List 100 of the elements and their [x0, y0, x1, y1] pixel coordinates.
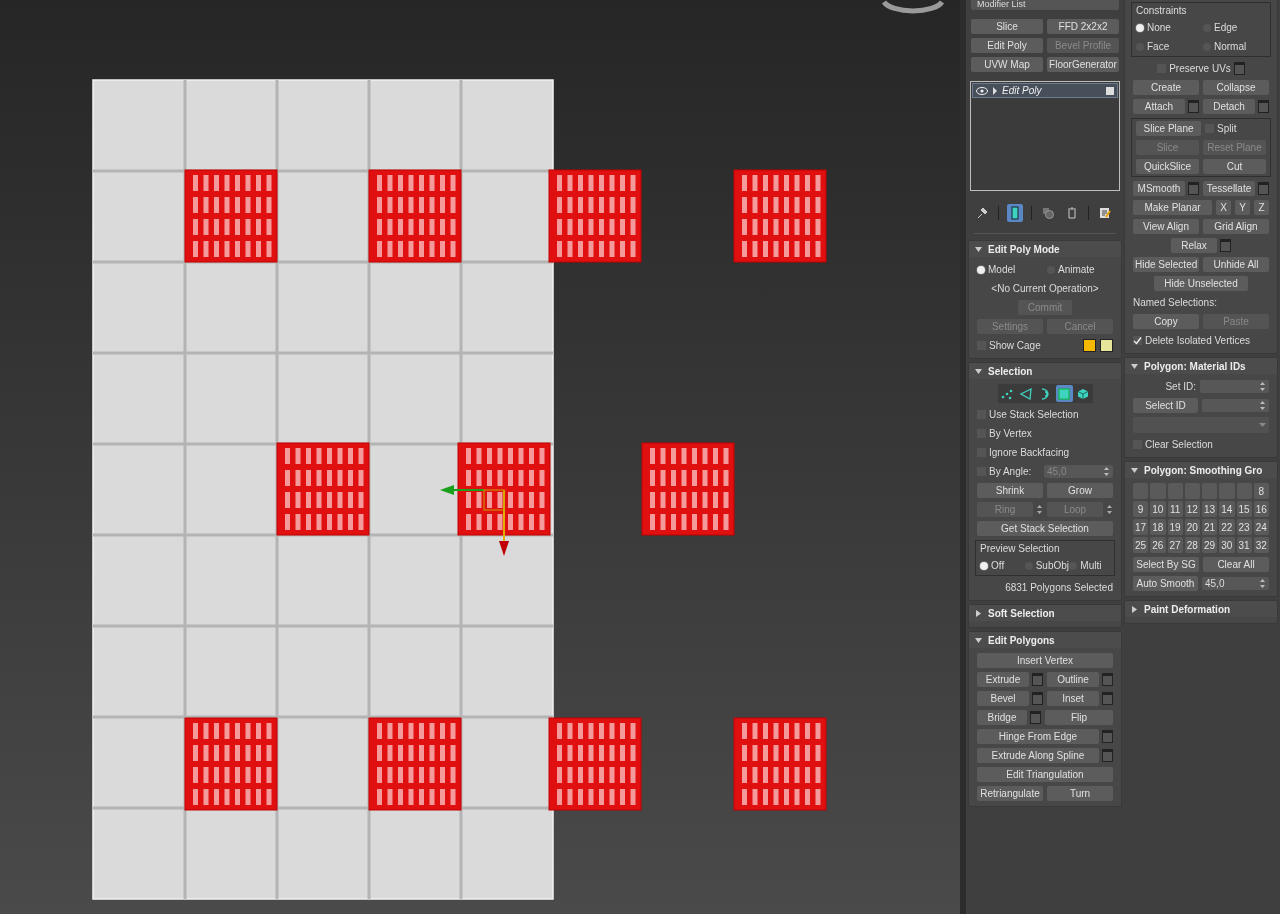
tool-button[interactable]: Select By SG	[1133, 557, 1199, 572]
spinner-arrows-icon[interactable]	[1259, 400, 1266, 411]
settings-button[interactable]	[1102, 673, 1113, 686]
spinner-arrows-icon[interactable]	[1036, 504, 1043, 515]
smoothing-group-button[interactable]: 11	[1167, 501, 1183, 517]
settings-button[interactable]	[1102, 692, 1113, 705]
axis-button[interactable]: X	[1216, 200, 1231, 215]
modifier-button[interactable]: Slice	[971, 19, 1043, 34]
tool-button[interactable]: View Align	[1133, 219, 1199, 234]
tool-button[interactable]: Bevel	[977, 691, 1029, 706]
smoothing-group-button[interactable]: 28	[1184, 537, 1200, 553]
smoothing-group-button[interactable]: 18	[1150, 519, 1166, 535]
tool-button[interactable]: Collapse	[1203, 80, 1269, 95]
tool-button[interactable]: Slice Plane	[1136, 121, 1201, 136]
spinner-field[interactable]: 45,0	[1202, 577, 1269, 590]
collapse-triangle-icon[interactable]	[975, 367, 982, 375]
color-swatch[interactable]	[1083, 339, 1096, 352]
polygon-icon[interactable]	[1055, 385, 1073, 402]
tool-button[interactable]: Insert Vertex	[977, 653, 1113, 668]
tool-button[interactable]: Hide Selected	[1133, 257, 1199, 272]
tool-button[interactable]: Turn	[1047, 786, 1113, 801]
smoothing-group-button[interactable]: 15	[1236, 501, 1252, 517]
settings-button[interactable]	[1188, 100, 1199, 113]
smoothing-group-button[interactable]: 12	[1184, 501, 1200, 517]
settings-button[interactable]	[1219, 239, 1231, 252]
tool-button[interactable]: Shrink	[977, 483, 1043, 498]
radio-button[interactable]	[980, 561, 988, 570]
tool-button[interactable]: Flip	[1045, 710, 1113, 725]
axis-button[interactable]: Z	[1254, 200, 1269, 215]
collapse-triangle-icon[interactable]	[1131, 362, 1138, 370]
settings-button[interactable]	[1032, 673, 1043, 686]
tool-button[interactable]: Cut	[1203, 159, 1266, 174]
tool-button[interactable]: Unhide All	[1203, 257, 1269, 272]
tool-button[interactable]: Auto Smooth	[1133, 576, 1198, 591]
tool-button[interactable]: Bridge	[977, 710, 1027, 725]
stack-item[interactable]: Edit Poly	[972, 83, 1118, 98]
modifier-button[interactable]: FloorGenerator	[1047, 57, 1119, 72]
smoothing-group-button[interactable]: 13	[1202, 501, 1218, 517]
modifier-button[interactable]: FFD 2x2x2	[1047, 19, 1119, 34]
tool-button[interactable]: Get Stack Selection	[977, 521, 1113, 536]
smoothing-group-button[interactable]: 32	[1253, 537, 1269, 553]
radio-button[interactable]	[977, 265, 985, 274]
eye-icon[interactable]	[976, 86, 988, 95]
tool-button[interactable]: Tessellate	[1203, 181, 1255, 196]
collapse-triangle-icon[interactable]	[975, 245, 982, 253]
tool-button[interactable]: Extrude Along Spline	[977, 748, 1099, 763]
rollout-header[interactable]: Polygon: Smoothing Gro	[1125, 462, 1277, 478]
settings-button[interactable]	[1030, 711, 1041, 724]
toggle-square-icon[interactable]	[1106, 86, 1114, 95]
smoothing-group-button[interactable]: 21	[1202, 519, 1218, 535]
tool-button[interactable]: Hide Unselected	[1154, 276, 1248, 291]
spinner-arrows-icon[interactable]	[1106, 504, 1113, 515]
radio-button[interactable]	[1136, 23, 1144, 32]
axis-button[interactable]: Y	[1235, 200, 1250, 215]
smoothing-group-button[interactable]: 10	[1150, 501, 1166, 517]
rollout-header[interactable]: Edit Polygons	[969, 632, 1121, 648]
expand-triangle-icon[interactable]	[975, 609, 982, 617]
tool-button[interactable]: QuickSlice	[1136, 159, 1199, 174]
tool-button[interactable]: Hinge From Edge	[977, 729, 1099, 744]
tool-button[interactable]: Create	[1133, 80, 1199, 95]
tool-button[interactable]: Grid Align	[1203, 219, 1269, 234]
spinner-arrows-icon[interactable]	[1259, 578, 1266, 589]
tool-button[interactable]: Copy	[1133, 314, 1199, 329]
smoothing-group-button[interactable]: 29	[1202, 537, 1218, 553]
collapse-triangle-icon[interactable]	[1131, 466, 1138, 474]
smoothing-group-button[interactable]: 8	[1253, 483, 1269, 499]
dropdown-field[interactable]	[1133, 417, 1269, 433]
tool-button[interactable]: MSmooth	[1133, 181, 1185, 196]
settings-button[interactable]	[1188, 182, 1199, 195]
spinner-field[interactable]	[1200, 380, 1269, 393]
spinner-field[interactable]	[1202, 399, 1269, 412]
rollout-header[interactable]: Soft Selection	[969, 605, 1121, 621]
settings-button[interactable]	[1032, 692, 1043, 705]
smoothing-group-button[interactable]: 22	[1219, 519, 1235, 535]
rollout-header[interactable]: Selection	[969, 363, 1121, 379]
caret-icon[interactable]	[1259, 422, 1266, 428]
modifier-list-dropdown[interactable]: Modifier List	[971, 0, 1119, 10]
smoothing-group-button[interactable]: 25	[1133, 537, 1149, 553]
tool-button[interactable]: Inset	[1047, 691, 1099, 706]
smoothing-group-button[interactable]: 27	[1167, 537, 1183, 553]
color-swatch[interactable]	[1100, 339, 1113, 352]
tool-button[interactable]: Clear All	[1203, 557, 1269, 572]
tool-button[interactable]: Extrude	[977, 672, 1029, 687]
rollout-header[interactable]: Edit Poly Mode	[969, 241, 1121, 257]
tool-button[interactable]: Edit Triangulation	[977, 767, 1113, 782]
modifier-button[interactable]: Edit Poly	[971, 38, 1043, 53]
rollout-header[interactable]: Polygon: Material IDs	[1125, 358, 1277, 374]
smoothing-group-button[interactable]: 19	[1167, 519, 1183, 535]
tool-button[interactable]: Grow	[1047, 483, 1113, 498]
smoothing-group-button[interactable]: 20	[1184, 519, 1200, 535]
smoothing-group-button[interactable]: 14	[1219, 501, 1235, 517]
tool-button[interactable]: Retriangulate	[977, 786, 1043, 801]
expand-triangle-icon[interactable]	[1131, 605, 1138, 613]
smoothing-group-button[interactable]: 30	[1219, 537, 1235, 553]
smoothing-group-button[interactable]: 23	[1236, 519, 1252, 535]
settings-button[interactable]	[1102, 730, 1113, 743]
settings-button[interactable]	[1233, 62, 1245, 75]
tool-button[interactable]: Make Planar	[1133, 200, 1212, 215]
collapse-triangle-icon[interactable]	[975, 636, 982, 644]
smoothing-group-button[interactable]: 26	[1150, 537, 1166, 553]
